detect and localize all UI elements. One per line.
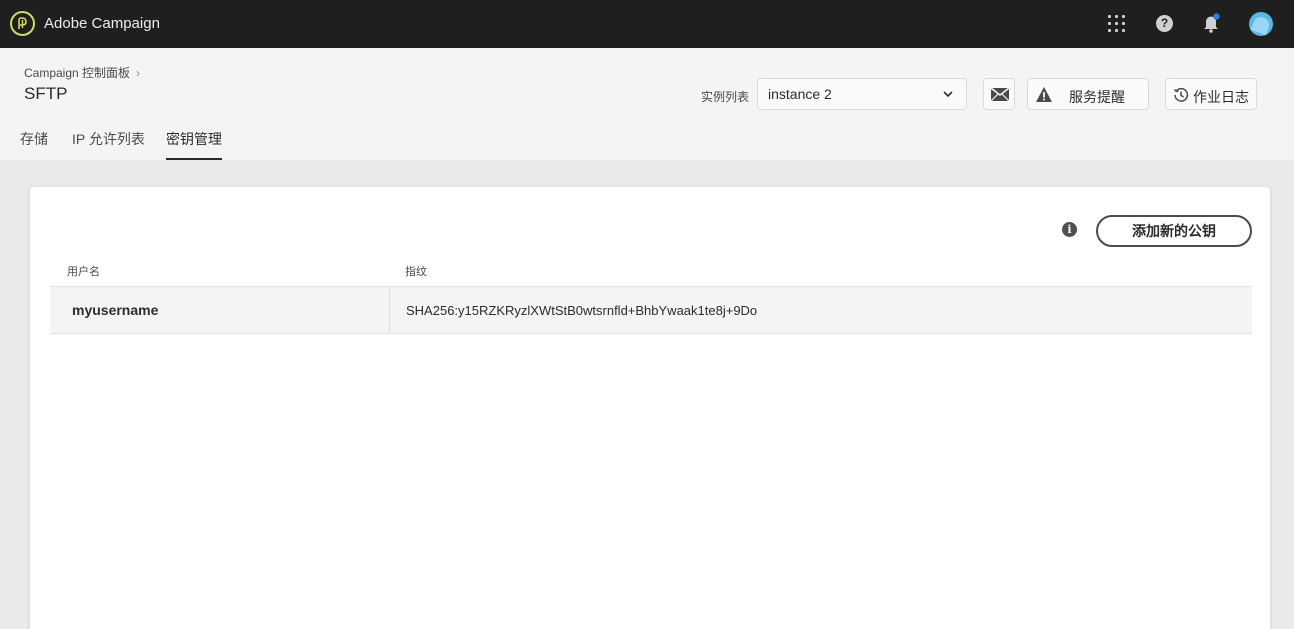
tab-ip-allowlist[interactable]: IP 允许列表	[72, 129, 145, 160]
top-app-bar: Adobe Campaign ?	[0, 0, 1294, 48]
page-header: Campaign 控制面板 › SFTP 实例列表 instance 2 服务提醒…	[0, 48, 1294, 160]
tab-storage[interactable]: 存储	[20, 129, 48, 160]
column-header-fingerprint[interactable]: 指纹	[405, 263, 427, 279]
breadcrumb-link[interactable]: Campaign 控制面板	[24, 66, 130, 80]
app-title: Adobe Campaign	[44, 15, 160, 32]
instance-select-value: instance 2	[768, 86, 832, 102]
column-divider	[389, 287, 390, 333]
user-avatar[interactable]	[1249, 12, 1273, 36]
mail-alert-button[interactable]	[983, 78, 1015, 110]
job-log-label: 作业日志	[1193, 89, 1249, 105]
info-icon[interactable]: i	[1062, 222, 1077, 237]
bell-icon[interactable]	[1203, 13, 1221, 33]
table-row[interactable]: myusername SHA256:y15RZKRyzlXWtStB0wtsrn…	[50, 286, 1252, 334]
apps-grid-icon[interactable]	[1108, 15, 1126, 33]
fingerprint-cell: SHA256:y15RZKRyzlXWtStB0wtsrnfld+BhbYwaa…	[406, 303, 758, 318]
column-header-username[interactable]: 用户名	[67, 263, 100, 279]
username-cell: myusername	[72, 302, 159, 318]
chevron-down-icon	[943, 91, 953, 98]
key-management-card: i 添加新的公钥 用户名 指纹 myusername SHA256:y15RZK…	[30, 187, 1270, 629]
chevron-right-icon: ›	[136, 66, 141, 80]
warning-icon	[1036, 87, 1052, 102]
job-log-button[interactable]: 作业日志	[1165, 78, 1257, 110]
service-alert-label: 服务提醒	[1069, 89, 1125, 105]
add-public-key-button[interactable]: 添加新的公钥	[1096, 215, 1252, 247]
instance-select[interactable]: instance 2	[757, 78, 967, 110]
mail-alert-icon	[990, 87, 1010, 102]
breadcrumb[interactable]: Campaign 控制面板 ›	[24, 64, 140, 81]
history-icon	[1173, 87, 1189, 102]
help-icon[interactable]: ?	[1156, 15, 1173, 32]
tab-key-management[interactable]: 密钥管理	[166, 129, 222, 160]
page-title: SFTP	[24, 84, 68, 103]
service-alert-button[interactable]: 服务提醒	[1027, 78, 1149, 110]
instance-list-label: 实例列表	[701, 90, 750, 104]
adobe-campaign-logo-icon[interactable]	[10, 11, 35, 36]
